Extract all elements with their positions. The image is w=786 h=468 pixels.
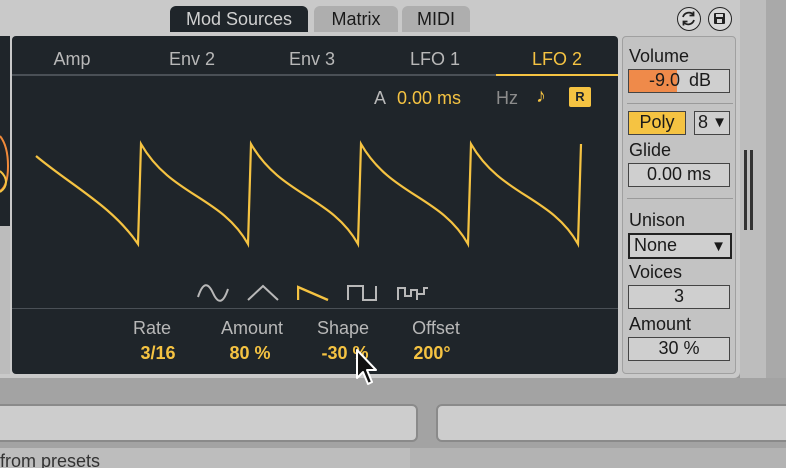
separator <box>627 198 733 199</box>
left-panel-lower <box>0 226 10 374</box>
shape-value[interactable]: -30 % <box>295 343 395 364</box>
tab-mod-sources[interactable]: Mod Sources <box>170 6 308 32</box>
tab-midi[interactable]: MIDI <box>402 6 470 32</box>
rate-label: Rate <box>132 318 172 338</box>
voices-select[interactable]: 8 ▼ <box>694 111 730 135</box>
rate-value[interactable]: 3/16 <box>108 343 208 364</box>
mouse-cursor <box>356 349 377 385</box>
amount-label: Amount <box>629 314 692 334</box>
voices-field[interactable]: 3 <box>628 285 730 309</box>
attack-label: A <box>374 88 387 108</box>
lfo-waveform-display <box>35 140 583 248</box>
bottom-field-left[interactable] <box>0 404 418 442</box>
random-wave-icon[interactable] <box>397 282 429 304</box>
right-scroll-handle[interactable] <box>744 150 754 230</box>
note-sync-icon[interactable]: ♪ <box>536 85 546 108</box>
separator <box>627 103 733 104</box>
amount-label: Amount <box>220 318 284 338</box>
triangle-wave-icon[interactable] <box>247 282 279 304</box>
mod-tab-env2[interactable]: Env 2 <box>132 46 252 74</box>
chevron-down-icon: ▼ <box>712 114 727 131</box>
left-panel-edge <box>0 36 10 226</box>
volume-field[interactable]: -9.0 dB <box>628 69 730 93</box>
unison-amount-field[interactable]: 30 % <box>628 337 730 361</box>
amount-value[interactable]: 80 % <box>200 343 300 364</box>
glide-label: Glide <box>629 140 672 160</box>
retrigger-button[interactable]: R <box>569 87 591 107</box>
voice-settings-panel: Volume -9.0 dB Poly 8 ▼ Glide 0.00 ms Un… <box>622 36 736 374</box>
unison-label: Unison <box>629 210 686 230</box>
hz-toggle[interactable]: Hz <box>496 88 518 109</box>
volume-value: -9.0 <box>649 70 681 90</box>
save-icon[interactable] <box>708 7 732 31</box>
lfo-panel: Amp Env 2 Env 3 LFO 1 LFO 2 A 0.00 ms Hz… <box>12 36 618 374</box>
active-tab-underline <box>496 74 618 76</box>
mod-tab-amp[interactable]: Amp <box>12 46 132 74</box>
volume-label: Volume <box>629 46 690 66</box>
tab-matrix[interactable]: Matrix <box>314 6 398 32</box>
lfo-waveform <box>35 140 583 248</box>
bottom-field-right[interactable] <box>436 404 786 442</box>
bottom-strip-right <box>410 448 786 468</box>
voices-label: Voices <box>629 262 683 282</box>
glide-field[interactable]: 0.00 ms <box>628 163 730 187</box>
sine-wave-icon[interactable] <box>197 282 229 304</box>
offset-label: Offset <box>412 318 460 338</box>
poly-button[interactable]: Poly <box>628 111 686 135</box>
volume-unit: dB <box>689 70 712 90</box>
mod-tab-lfo1[interactable]: LFO 1 <box>374 46 496 74</box>
chevron-down-icon: ▼ <box>711 238 726 255</box>
mod-tab-env3[interactable]: Env 3 <box>252 46 372 74</box>
controls-divider <box>12 308 618 309</box>
saw-wave-icon[interactable] <box>297 282 329 304</box>
far-strip <box>766 0 786 378</box>
shape-label: Shape <box>316 318 370 338</box>
bottom-text: from presets <box>0 451 101 468</box>
unison-select[interactable]: None ▼ <box>628 233 732 259</box>
offset-value[interactable]: 200° <box>382 343 482 364</box>
unison-select-value: None <box>634 235 678 255</box>
voices-select-value: 8 <box>698 112 709 132</box>
attack-value[interactable]: 0.00 ms <box>397 88 461 109</box>
square-wave-icon[interactable] <box>347 282 379 304</box>
lfo-waveform-line <box>35 140 583 248</box>
mod-tab-lfo2[interactable]: LFO 2 <box>496 46 618 74</box>
sync-icon[interactable] <box>677 7 701 31</box>
